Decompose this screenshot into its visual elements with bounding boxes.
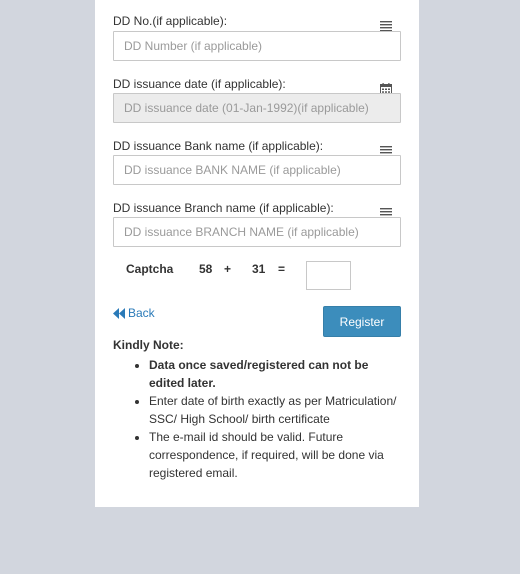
form-card: DD No.(if applicable): DD issuance date … bbox=[95, 0, 419, 507]
captcha-label: Captcha bbox=[126, 262, 174, 276]
back-link-label: Back bbox=[128, 306, 155, 320]
captcha-answer-input[interactable] bbox=[306, 261, 351, 290]
backward-icon bbox=[113, 307, 125, 319]
note-title: Kindly Note: bbox=[113, 338, 184, 352]
dd-bank-label: DD issuance Bank name (if applicable): bbox=[113, 139, 324, 153]
dd-branch-label: DD issuance Branch name (if applicable): bbox=[113, 201, 334, 215]
dd-branch-input[interactable] bbox=[113, 217, 401, 247]
dd-date-label: DD issuance date (if applicable): bbox=[113, 77, 286, 91]
captcha-number-2: 31 bbox=[252, 262, 266, 276]
dd-number-label: DD No.(if applicable): bbox=[113, 14, 228, 28]
dd-number-input[interactable] bbox=[113, 31, 401, 61]
back-link[interactable]: Back bbox=[113, 306, 155, 320]
captcha-equals: = bbox=[278, 262, 286, 276]
note-item: Data once saved/registered can not be ed… bbox=[149, 356, 401, 392]
note-item: Enter date of birth exactly as per Matri… bbox=[149, 392, 401, 428]
dd-date-input[interactable] bbox=[113, 93, 401, 123]
register-button[interactable]: Register bbox=[323, 306, 401, 337]
dd-bank-input[interactable] bbox=[113, 155, 401, 185]
captcha-operator: + bbox=[224, 262, 232, 276]
captcha-number-1: 58 bbox=[199, 262, 213, 276]
note-item: The e-mail id should be valid. Future co… bbox=[149, 428, 401, 482]
note-list: Data once saved/registered can not be ed… bbox=[113, 356, 401, 482]
